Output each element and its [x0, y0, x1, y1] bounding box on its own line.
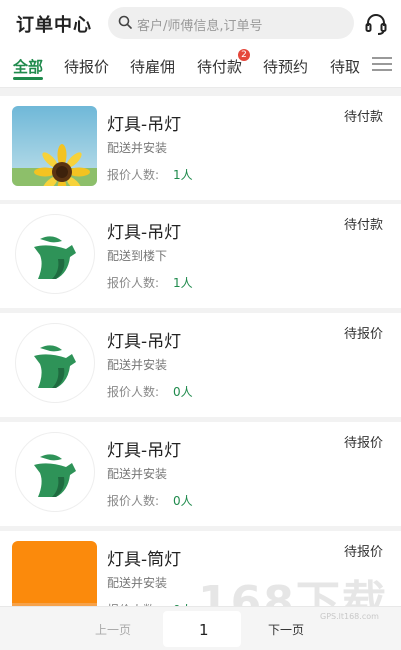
quote-count-label: 报价人数:	[107, 494, 160, 508]
product-image	[12, 106, 97, 186]
search-placeholder: 客户/师傅信息,订单号	[137, 19, 263, 34]
tab-pending-pickup[interactable]: 待取	[330, 56, 360, 77]
item-title: 灯具-吊灯	[107, 332, 182, 352]
header: 订单中心 客户/师傅信息,订单号	[0, 0, 401, 46]
quote-count-label: 报价人数:	[107, 276, 160, 290]
page-number-box[interactable]: 1	[163, 611, 241, 647]
prev-page-button[interactable]: 上一页	[95, 621, 131, 638]
quote-count-value: 1人	[173, 276, 193, 290]
quote-count-value: 0人	[173, 494, 193, 508]
status-badge: 待付款	[343, 218, 383, 233]
search-icon	[118, 15, 132, 29]
brand-logo-icon	[15, 432, 95, 512]
quote-count-label: 报价人数:	[107, 168, 160, 182]
menu-icon[interactable]	[372, 56, 392, 72]
status-badge: 待报价	[343, 545, 383, 560]
brand-logo-icon	[15, 323, 95, 403]
watermark-url: GPS.lt168.com	[320, 612, 379, 621]
notification-badge: 2	[238, 49, 250, 61]
status-badge: 待报价	[343, 327, 383, 342]
active-tab-indicator	[13, 77, 43, 80]
item-description: 配送并安装	[107, 576, 168, 590]
page-title: 订单中心	[16, 15, 92, 36]
order-card[interactable]: 灯具-吊灯 配送并安装 报价人数: 0人 待报价	[0, 422, 401, 526]
item-title: 灯具-吊灯	[107, 441, 182, 461]
quote-count-label: 报价人数:	[107, 385, 160, 399]
tab-pending-payment[interactable]: 待付款	[197, 56, 242, 77]
tab-pending-quote[interactable]: 待报价	[64, 56, 109, 77]
item-title: 灯具-筒灯	[107, 550, 182, 570]
tab-pending-hire[interactable]: 待雇佣	[130, 56, 175, 77]
headset-icon[interactable]	[364, 12, 388, 36]
quote-count-value: 1人	[173, 168, 193, 182]
order-card[interactable]: 灯具-吊灯 配送并安装 报价人数: 1人 待付款	[0, 96, 401, 200]
next-page-button[interactable]: 下一页	[268, 621, 304, 638]
item-description: 配送并安装	[107, 358, 168, 372]
page-number: 1	[199, 621, 209, 639]
status-badge: 待付款	[343, 110, 383, 125]
quote-count-value: 0人	[173, 385, 193, 399]
tab-all[interactable]: 全部	[13, 56, 43, 77]
item-description: 配送到楼下	[107, 249, 168, 263]
status-badge: 待报价	[343, 436, 383, 451]
item-description: 配送并安装	[107, 141, 168, 155]
item-title: 灯具-吊灯	[107, 223, 182, 243]
item-description: 配送并安装	[107, 467, 168, 481]
item-title: 灯具-吊灯	[107, 115, 182, 135]
tab-pending-booking[interactable]: 待预约	[263, 56, 308, 77]
search-input[interactable]: 客户/师傅信息,订单号	[108, 7, 354, 39]
order-card[interactable]: 灯具-吊灯 配送并安装 报价人数: 0人 待报价	[0, 313, 401, 417]
brand-logo-icon	[15, 214, 95, 294]
order-card[interactable]: 灯具-吊灯 配送到楼下 报价人数: 1人 待付款	[0, 204, 401, 308]
